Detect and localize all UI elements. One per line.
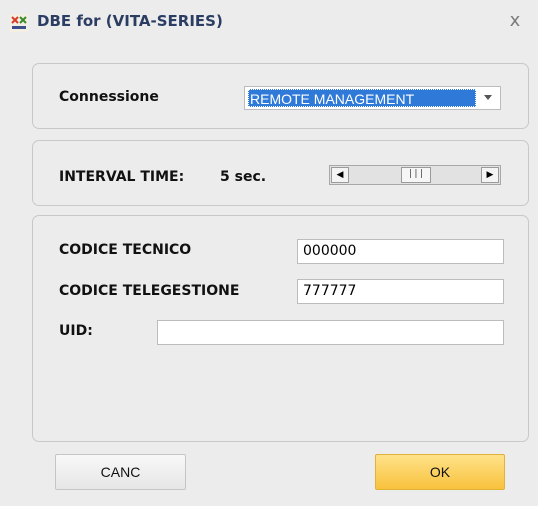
window-title: DBE for (VITA-SERIES): [37, 12, 223, 30]
close-button[interactable]: x: [504, 10, 526, 32]
title-bar: DBE for (VITA-SERIES) x: [0, 0, 538, 44]
connection-label: Connessione: [59, 89, 159, 105]
codice-tecnico-label: CODICE TECNICO: [59, 242, 192, 258]
chevron-down-icon[interactable]: [480, 89, 496, 107]
connection-selected-value: REMOTE MANAGEMENT: [248, 89, 476, 107]
codes-panel: CODICE TECNICO 000000 CODICE TELEGESTION…: [32, 215, 529, 442]
app-logo-icon: [10, 14, 28, 32]
connection-panel: Connessione REMOTE MANAGEMENT: [32, 63, 529, 129]
cancel-button[interactable]: CANC: [55, 454, 186, 490]
codice-telegestione-label: CODICE TELEGESTIONE: [59, 283, 240, 299]
interval-value: 5 sec.: [220, 169, 267, 185]
scroll-thumb[interactable]: |||: [401, 167, 431, 183]
uid-label: UID:: [59, 323, 93, 339]
codice-telegestione-input[interactable]: 777777: [297, 279, 504, 304]
interval-panel: INTERVAL TIME: 5 sec. ◀ ||| ▶: [32, 140, 529, 206]
uid-input[interactable]: [157, 320, 504, 345]
scroll-left-icon[interactable]: ◀: [331, 167, 349, 183]
interval-scrollbar[interactable]: ◀ ||| ▶: [329, 165, 501, 185]
interval-label: INTERVAL TIME:: [59, 169, 185, 185]
connection-dropdown[interactable]: REMOTE MANAGEMENT: [244, 86, 501, 110]
scroll-right-icon[interactable]: ▶: [481, 167, 499, 183]
dialog-window: DBE for (VITA-SERIES) x Connessione REMO…: [0, 0, 538, 506]
codice-tecnico-input[interactable]: 000000: [297, 239, 504, 264]
ok-button[interactable]: OK: [375, 454, 505, 490]
